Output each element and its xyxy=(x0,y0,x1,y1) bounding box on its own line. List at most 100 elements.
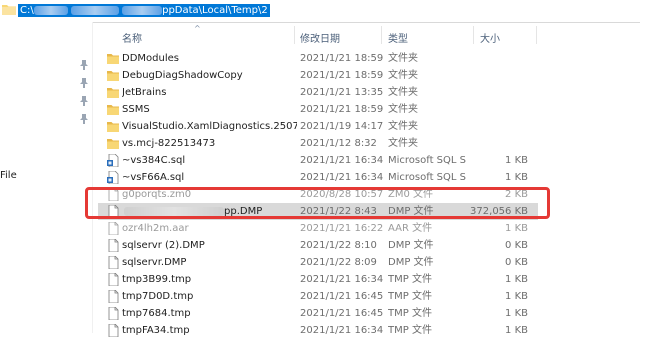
file-type: 文件夹 xyxy=(388,87,418,98)
column-size[interactable]: 大小 xyxy=(480,30,500,45)
file-date: 2021/1/21 16:34 xyxy=(300,155,384,166)
file-date: 2021/1/21 16:22 xyxy=(300,223,384,234)
address-path-end: ppData\Local\Temp\2 xyxy=(162,5,268,16)
file-size: 0 KB xyxy=(505,257,528,268)
file-date: 2021/1/19 14:17 xyxy=(300,121,384,132)
folder-icon xyxy=(107,105,119,115)
file-row[interactable]: tmp7D0D.tmp 2021/1/21 16:45 TMP 文件 1 KB xyxy=(98,288,538,305)
file-row[interactable]: ozr4lh2m.aar 2021/1/21 16:22 AAR 文件 1 KB xyxy=(98,220,538,237)
file-size: 1 KB xyxy=(505,223,528,234)
sql-file-icon xyxy=(107,171,119,184)
file-date: 2021/1/12 8:32 xyxy=(300,138,377,149)
file-icon xyxy=(108,222,119,235)
file-icon xyxy=(108,273,119,286)
file-type: Microsoft SQL S... xyxy=(388,172,466,183)
file-size: 0 KB xyxy=(505,240,528,251)
file-name: DDModules xyxy=(122,53,179,64)
file-type: DMP 文件 xyxy=(388,257,434,268)
column-divider[interactable] xyxy=(536,26,537,44)
file-type: AAR 文件 xyxy=(388,223,433,234)
file-name: SSMS xyxy=(122,104,150,115)
file-type: TMP 文件 xyxy=(388,274,432,285)
file-row[interactable]: ~vs384C.sql 2021/1/21 16:34 Microsoft SQ… xyxy=(98,152,538,169)
address-path[interactable]: C:\ ppData\Local\Temp\2 xyxy=(18,4,270,17)
folder-icon xyxy=(107,71,119,81)
address-path-start: C:\ xyxy=(20,5,34,16)
pin-icon[interactable] xyxy=(80,96,88,106)
file-name: JetBrains xyxy=(122,87,167,98)
file-row[interactable]: JetBrains 2021/1/21 13:35 文件夹 xyxy=(98,84,538,101)
file-name: ~vs384C.sql xyxy=(122,155,186,166)
file-name: sqlservr.DMP xyxy=(122,257,187,268)
address-bar[interactable]: C:\ ppData\Local\Temp\2 xyxy=(0,0,646,23)
file-size: 1 KB xyxy=(505,155,528,166)
column-type[interactable]: 类型 xyxy=(388,30,408,45)
file-type: 文件夹 xyxy=(388,70,418,81)
file-date: 2021/1/21 18:59 xyxy=(300,53,384,64)
file-date: 2021/1/21 16:34 xyxy=(300,274,384,285)
column-name[interactable]: 名称 xyxy=(122,30,142,45)
redacted-segment xyxy=(70,5,119,15)
file-date: 2021/1/22 8:09 xyxy=(300,257,377,268)
file-date: 2021/1/22 8:10 xyxy=(300,240,377,251)
file-row[interactable]: sqlservr (2).DMP 2021/1/22 8:10 DMP 文件 0… xyxy=(98,237,538,254)
file-size: 1 KB xyxy=(505,291,528,302)
file-date: 2021/1/21 16:34 xyxy=(300,325,384,336)
redacted-segment xyxy=(122,5,163,15)
column-divider[interactable] xyxy=(381,26,382,44)
folder-icon xyxy=(107,139,119,149)
file-size: 1 KB xyxy=(505,172,528,183)
file-row[interactable]: DebugDiagShadowCopy 2021/1/21 18:59 文件夹 xyxy=(98,67,538,84)
file-name: tmp7684.tmp xyxy=(122,308,191,319)
folder-icon xyxy=(107,54,119,64)
file-date: 2021/1/21 16:45 xyxy=(300,308,384,319)
file-row[interactable]: DDModules 2021/1/21 18:59 文件夹 xyxy=(98,50,538,67)
file-name: tmp3B99.tmp xyxy=(122,274,192,285)
file-name: tmp7D0D.tmp xyxy=(122,291,194,302)
file-type: Microsoft SQL S... xyxy=(388,155,466,166)
file-name: ozr4lh2m.aar xyxy=(122,223,189,234)
file-size: 1 KB xyxy=(505,274,528,285)
file-name: VisualStudio.XamlDiagnostics.250748 xyxy=(122,121,297,132)
file-row[interactable]: vs.mcj-822513473 2021/1/12 8:32 文件夹 xyxy=(98,135,538,152)
file-name: vs.mcj-822513473 xyxy=(122,138,216,149)
file-row[interactable]: SSMS 2021/1/21 18:59 文件夹 xyxy=(98,101,538,118)
file-row[interactable]: sqlservr.DMP 2021/1/22 8:09 DMP 文件 0 KB xyxy=(98,254,538,271)
column-date[interactable]: 修改日期 xyxy=(300,30,340,45)
file-icon xyxy=(108,256,119,269)
file-row[interactable]: tmp3B99.tmp 2021/1/21 16:34 TMP 文件 1 KB xyxy=(98,271,538,288)
file-row[interactable]: ~vsF66A.sql 2021/1/21 16:34 Microsoft SQ… xyxy=(98,169,538,186)
file-row[interactable]: VisualStudio.XamlDiagnostics.250748 2021… xyxy=(98,118,538,135)
pin-icon[interactable] xyxy=(80,114,88,124)
file-type: TMP 文件 xyxy=(388,308,432,319)
file-icon xyxy=(108,290,119,303)
file-type: TMP 文件 xyxy=(388,325,432,336)
pane-divider[interactable] xyxy=(92,22,93,333)
column-header: 名称 修改日期 类型 大小 xyxy=(98,22,538,48)
file-name: tmpFA34.tmp xyxy=(122,325,190,336)
sql-file-icon xyxy=(107,154,119,167)
redacted-segment xyxy=(33,5,68,15)
folder-icon xyxy=(107,88,119,98)
folder-icon xyxy=(107,122,119,132)
annotation-highlight-box xyxy=(85,187,550,219)
nav-item-file[interactable]: File xyxy=(0,170,17,181)
pin-icon[interactable] xyxy=(80,60,88,70)
pin-icon[interactable] xyxy=(80,78,88,88)
file-date: 2021/1/21 16:34 xyxy=(300,172,384,183)
folder-icon xyxy=(2,5,16,15)
column-divider[interactable] xyxy=(473,26,474,44)
file-row[interactable]: tmpFA34.tmp 2021/1/21 16:34 TMP 文件 1 KB xyxy=(98,322,538,339)
file-name: sqlservr (2).DMP xyxy=(122,240,205,251)
file-row[interactable]: tmp7684.tmp 2021/1/21 16:45 TMP 文件 1 KB xyxy=(98,305,538,322)
file-name: ~vsF66A.sql xyxy=(122,172,185,183)
file-icon xyxy=(108,307,119,320)
file-size: 1 KB xyxy=(505,325,528,336)
file-type: 文件夹 xyxy=(388,53,418,64)
file-type: DMP 文件 xyxy=(388,240,434,251)
right-edge xyxy=(640,22,646,333)
column-divider[interactable] xyxy=(294,26,295,44)
file-icon xyxy=(108,239,119,252)
file-size: 1 KB xyxy=(505,308,528,319)
file-date: 2021/1/21 18:59 xyxy=(300,104,384,115)
